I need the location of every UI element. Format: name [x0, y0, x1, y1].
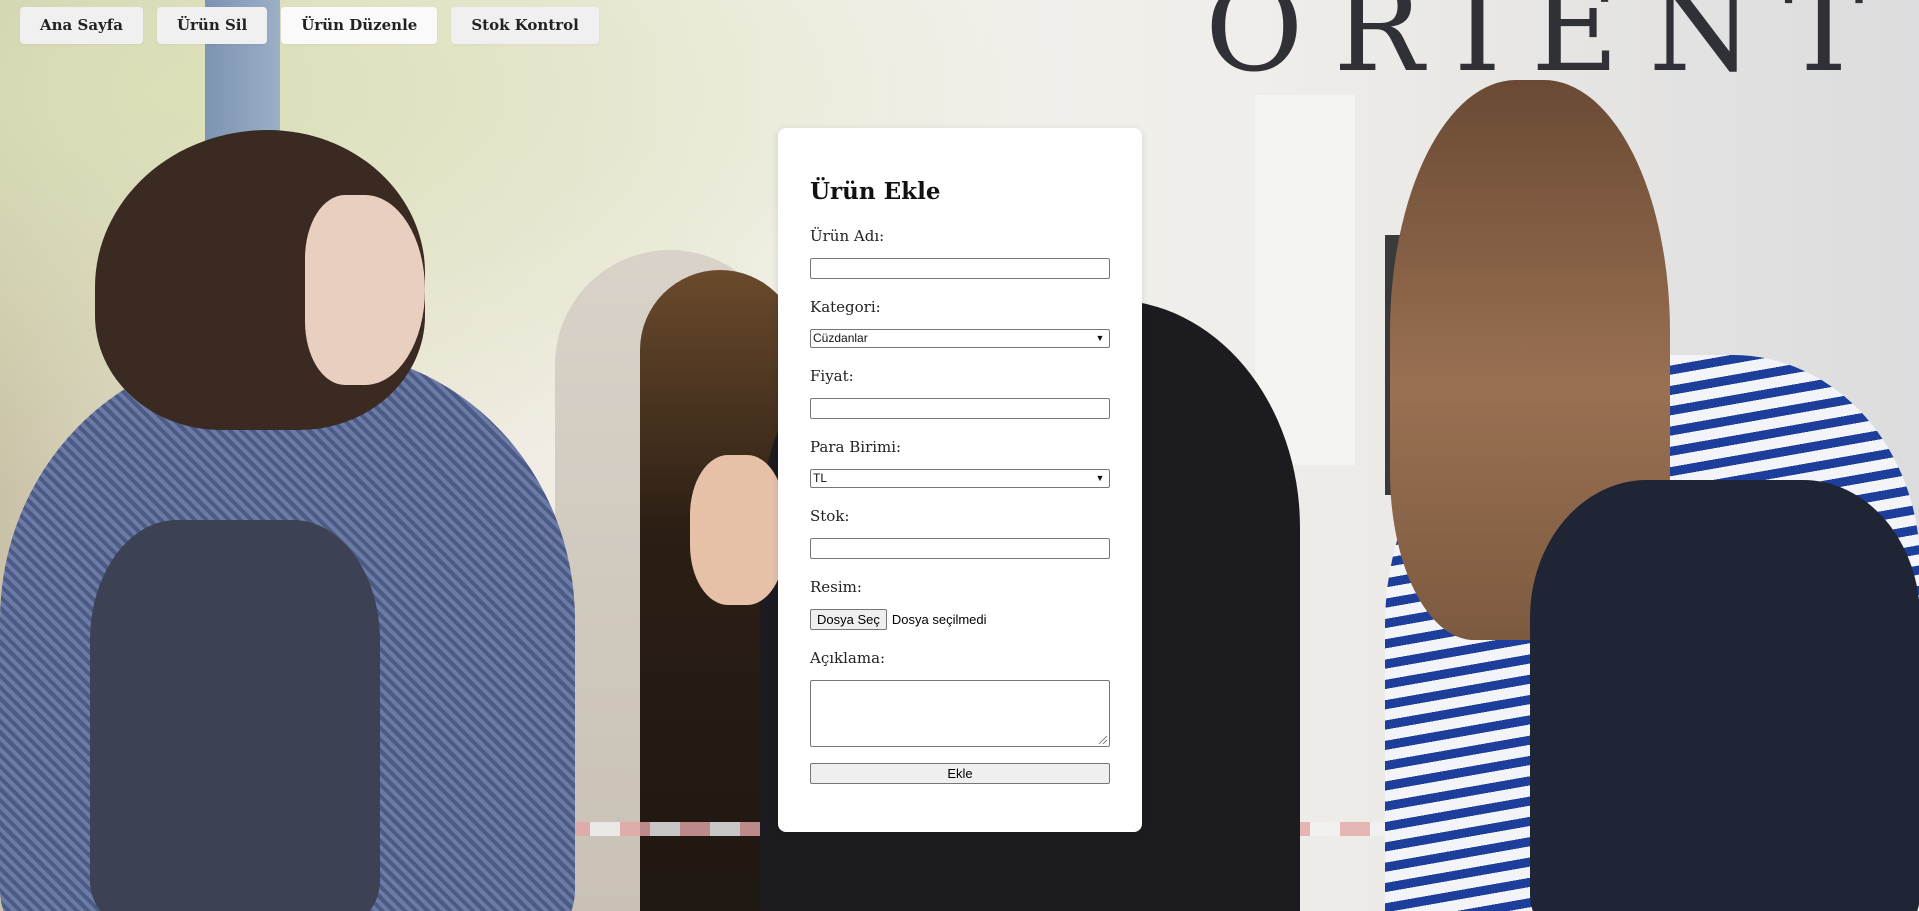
- person-left-backpack: [90, 520, 380, 911]
- product-name-label: Ürün Adı:: [810, 227, 885, 245]
- currency-select[interactable]: TL ▼: [810, 469, 1110, 488]
- nav-delete-product-button[interactable]: Ürün Sil: [156, 7, 268, 44]
- person-left-face: [305, 195, 425, 385]
- top-nav: Ana Sayfa Ürün Sil Ürün Düzenle Stok Kon…: [20, 7, 599, 44]
- description-label: Açıklama:: [810, 649, 886, 667]
- image-file-input: Dosya Seç Dosya seçilmedi: [810, 609, 1110, 630]
- nav-edit-product-button[interactable]: Ürün Düzenle: [281, 7, 438, 44]
- category-select[interactable]: Cüzdanlar ▼: [810, 329, 1110, 348]
- person-middle-hand: [690, 455, 785, 605]
- category-label: Kategori:: [810, 298, 881, 316]
- price-input[interactable]: [810, 398, 1110, 419]
- nav-home-button[interactable]: Ana Sayfa: [20, 7, 143, 44]
- image-label: Resim:: [810, 578, 862, 596]
- price-label: Fiyat:: [810, 367, 854, 385]
- form-title: Ürün Ekle: [810, 178, 941, 205]
- chevron-down-icon: ▼: [1095, 333, 1105, 343]
- category-select-value: Cüzdanlar: [813, 331, 868, 345]
- add-submit-button[interactable]: Ekle: [810, 763, 1110, 784]
- resize-grip-icon[interactable]: [1099, 736, 1107, 744]
- stock-label: Stok:: [810, 507, 850, 525]
- nav-stock-control-button[interactable]: Stok Kontrol: [451, 7, 599, 44]
- choose-file-button[interactable]: Dosya Seç: [810, 609, 887, 630]
- currency-select-value: TL: [813, 471, 828, 485]
- file-status-text: Dosya seçilmedi: [891, 612, 987, 627]
- chevron-down-icon: ▼: [1095, 473, 1105, 483]
- product-name-input[interactable]: [810, 258, 1110, 279]
- description-textarea[interactable]: [810, 680, 1110, 747]
- stock-input[interactable]: [810, 538, 1110, 559]
- person-right-backpack: [1530, 480, 1919, 911]
- currency-label: Para Birimi:: [810, 438, 902, 456]
- add-product-card: Ürün Ekle Ürün Adı: Kategori: Cüzdanlar …: [778, 128, 1142, 832]
